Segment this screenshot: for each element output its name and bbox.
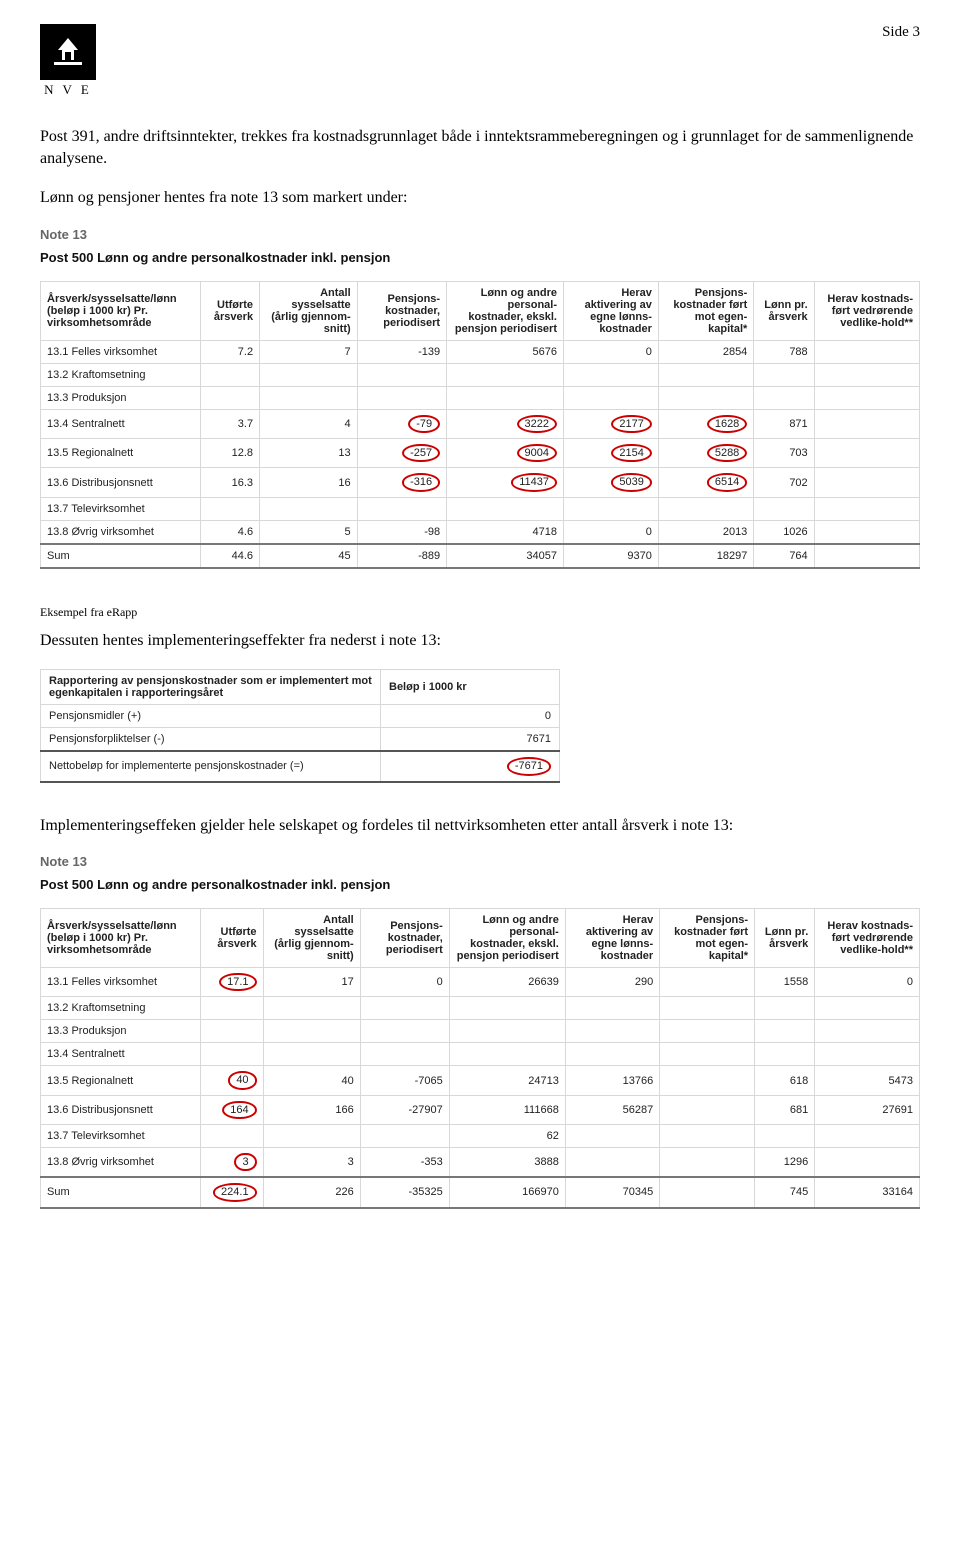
col-header: Lønn pr. årsverk	[754, 281, 814, 340]
table-row: Pensjonsforpliktelser (-)7671	[41, 728, 560, 752]
note13-table-2: Årsverk/sysselsatte/lønn (beløp i 1000 k…	[40, 908, 920, 1208]
highlight-circle: 3222	[517, 415, 557, 433]
table-row: 13.5 Regionalnett4040-706524713137666185…	[41, 1066, 920, 1095]
highlight-circle: 164	[222, 1101, 256, 1119]
table-row: 13.8 Øvrig virksomhet4.65-98471802013102…	[41, 520, 920, 544]
table-row: 13.4 Sentralnett	[41, 1043, 920, 1066]
table-row: 13.1 Felles virksomhet17.117026639290155…	[41, 968, 920, 997]
note13-subtitle: Post 500 Lønn og andre personalkostnader…	[40, 250, 920, 265]
table-row-net: Nettobeløp for implementerte pensjonskos…	[41, 751, 560, 781]
paragraph-1: Post 391, andre driftsinntekter, trekkes…	[40, 126, 920, 169]
col-header: Pensjons-kostnader, periodisert	[357, 281, 446, 340]
highlight-circle: 5039	[611, 473, 651, 491]
col-header: Herav aktivering av egne lønns-kostnader	[564, 281, 659, 340]
table-row: 13.7 Televirksomhet	[41, 497, 920, 520]
highlight-circle: -257	[402, 444, 440, 462]
highlight-circle: 9004	[517, 444, 557, 462]
table-row-sum: Sum224.1226-353251669707034574533164	[41, 1177, 920, 1207]
highlight-circle: 11437	[511, 473, 557, 491]
paragraph-3: Dessuten hentes implementeringseffekter …	[40, 630, 920, 652]
note13-subtitle-2: Post 500 Lønn og andre personalkostnader…	[40, 877, 920, 892]
table-row: 13.5 Regionalnett12.813-2579004215452887…	[41, 439, 920, 468]
col-header: Lønn og andre personal-kostnader, ekskl.…	[447, 281, 564, 340]
page-number: Side 3	[882, 24, 920, 41]
table-row: 13.6 Distribusjonsnett164166-27907111668…	[41, 1095, 920, 1124]
highlight-circle: 5288	[707, 444, 747, 462]
highlight-circle: -316	[402, 473, 440, 491]
col-header: Pensjons-kostnader ført mot egen-kapital…	[658, 281, 753, 340]
implementation-table: Rapportering av pensjonskostnader som er…	[40, 669, 560, 782]
highlight-circle: 17.1	[219, 973, 256, 991]
table-row: 13.1 Felles virksomhet7.27-1395676028547…	[41, 340, 920, 363]
highlight-circle: 40	[228, 1071, 256, 1089]
table-row-sum: Sum44.645-88934057937018297764	[41, 544, 920, 568]
impl-col: Beløp i 1000 kr	[381, 670, 560, 705]
paragraph-4: Implementeringseffeken gjelder hele sels…	[40, 815, 920, 837]
org-letters: N V E	[40, 82, 96, 98]
highlight-circle: 1628	[707, 415, 747, 433]
table-row: 13.8 Øvrig virksomhet33-35338881296	[41, 1148, 920, 1178]
note13-title-2: Note 13	[40, 854, 920, 869]
paragraph-2: Lønn og pensjoner hentes fra note 13 som…	[40, 187, 920, 209]
table-row: Pensjonsmidler (+)0	[41, 705, 560, 728]
table-row: 13.3 Produksjon	[41, 386, 920, 409]
table-row: 13.6 Distribusjonsnett16.316-31611437503…	[41, 468, 920, 497]
highlight-circle: -79	[408, 415, 440, 433]
highlight-circle: 6514	[707, 473, 747, 491]
highlight-circle: 2177	[611, 415, 651, 433]
logo-block: N V E	[40, 24, 96, 98]
table-row: 13.2 Kraftomsetning	[41, 997, 920, 1020]
table-row: 13.3 Produksjon	[41, 1020, 920, 1043]
col-header: Utførte årsverk	[201, 281, 260, 340]
col-header: Antall sysselsatte (årlig gjennom-snitt)	[260, 281, 358, 340]
table-row: 13.2 Kraftomsetning	[41, 363, 920, 386]
nve-logo	[40, 24, 96, 80]
table-row: 13.4 Sentralnett3.74-79322221771628871	[41, 409, 920, 438]
impl-title: Rapportering av pensjonskostnader som er…	[41, 670, 381, 705]
highlight-circle: 2154	[611, 444, 651, 462]
highlight-circle: 224.1	[213, 1183, 257, 1201]
highlight-circle: 3	[234, 1153, 256, 1171]
highlight-circle: -7671	[507, 757, 551, 775]
table-row: 13.7 Televirksomhet62	[41, 1125, 920, 1148]
note13-table-1: Årsverk/sysselsatte/lønn (beløp i 1000 k…	[40, 281, 920, 569]
note13-title: Note 13	[40, 227, 920, 242]
caption-1: Eksempel fra eRapp	[40, 605, 920, 620]
col-header: Herav kostnads-ført vedrørende vedlike-h…	[814, 281, 919, 340]
col-header: Årsverk/sysselsatte/lønn (beløp i 1000 k…	[41, 281, 201, 340]
